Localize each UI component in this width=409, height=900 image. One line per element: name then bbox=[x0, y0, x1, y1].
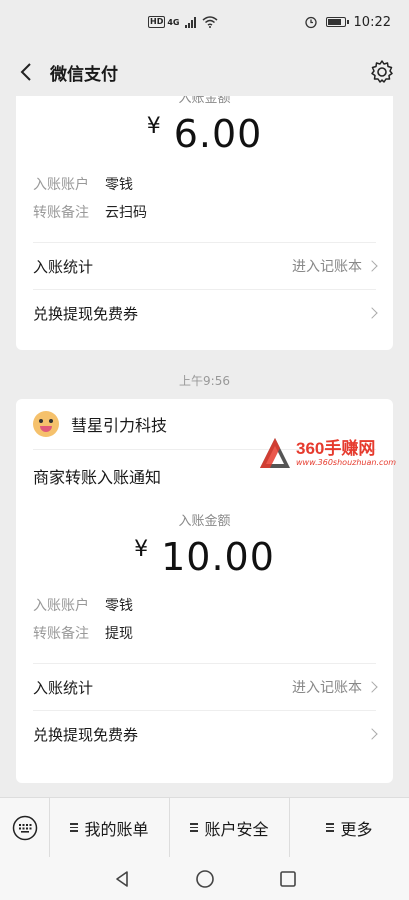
ledger-link-text: 进入记账本 bbox=[292, 680, 362, 696]
amount-label: 入账金额 bbox=[178, 96, 231, 106]
ledger-link[interactable]: 进入记账本 bbox=[292, 256, 378, 276]
transfer-card-1[interactable]: 入账金额 ¥6.00 入账账户 零钱 转账备注 云扫码 入账统计 进入记账本 兑… bbox=[16, 96, 393, 350]
note-key: 转账备注 bbox=[33, 626, 89, 642]
nav-bar: 微信支付 bbox=[0, 44, 409, 100]
ledger-link[interactable]: 进入记账本 bbox=[292, 677, 378, 697]
stats-label: 入账统计 bbox=[33, 257, 94, 276]
watermark-logo-icon bbox=[260, 438, 290, 468]
account-value: 零钱 bbox=[105, 177, 133, 193]
merchant-name: 彗星引力科技 bbox=[71, 416, 168, 435]
menu-my-bills[interactable]: 我的账单 bbox=[50, 797, 170, 858]
circle-home-icon bbox=[195, 869, 214, 888]
battery-level bbox=[327, 19, 342, 25]
chevron-left-icon bbox=[20, 63, 31, 81]
note-value: 云扫码 bbox=[105, 205, 147, 221]
page-title: 微信支付 bbox=[50, 64, 118, 85]
stats-row[interactable]: 入账统计 进入记账本 bbox=[16, 664, 393, 710]
menu-list-icon bbox=[190, 823, 199, 832]
note-row: 转账备注 云扫码 bbox=[16, 198, 393, 226]
account-key: 入账账户 bbox=[33, 177, 89, 193]
alarm-icon bbox=[304, 16, 317, 29]
watermark-sub: www.360shouzhuan.com bbox=[296, 457, 397, 467]
account-row: 入账账户 零钱 bbox=[16, 170, 393, 198]
ledger-link-text: 进入记账本 bbox=[292, 259, 362, 275]
watermark-main: 360手赚网 bbox=[296, 438, 376, 458]
wifi-icon bbox=[202, 16, 218, 28]
back-button[interactable] bbox=[14, 60, 38, 84]
triangle-back-icon bbox=[115, 870, 128, 887]
menu-label: 账户安全 bbox=[204, 819, 269, 839]
coupon-row[interactable]: 兑换提现免费券 bbox=[16, 711, 393, 757]
status-right: 10:22 bbox=[304, 15, 391, 30]
chevron-right-icon bbox=[366, 728, 378, 740]
stats-row[interactable]: 入账统计 进入记账本 bbox=[16, 243, 393, 289]
system-navigation-bar bbox=[0, 857, 409, 900]
currency-symbol: ¥ bbox=[146, 114, 162, 139]
note-value: 提现 bbox=[105, 626, 133, 642]
keyboard-toggle-button[interactable] bbox=[0, 797, 50, 858]
coupon-row[interactable]: 兑换提现免费券 bbox=[16, 290, 393, 336]
amount-value: ¥10.00 bbox=[16, 535, 393, 579]
amount-value: ¥6.00 bbox=[16, 112, 393, 156]
status-bar: HD 4G 10:22 bbox=[0, 0, 409, 44]
signal-icon bbox=[185, 16, 197, 28]
menu-list-icon bbox=[70, 823, 79, 832]
chevron-right-icon bbox=[366, 307, 378, 319]
amount-number: 6.00 bbox=[173, 112, 263, 156]
chevron-right-icon bbox=[366, 260, 378, 272]
coupon-label: 兑换提现免费券 bbox=[33, 725, 139, 744]
clock: 10:22 bbox=[353, 14, 391, 30]
amount-label: 入账金额 bbox=[178, 514, 231, 529]
settings-gear-icon[interactable] bbox=[369, 59, 395, 85]
watermark-text: 360手赚网 www.360shouzhuan.com bbox=[296, 438, 397, 467]
coupon-label: 兑换提现免费券 bbox=[33, 304, 139, 323]
menu-account-security[interactable]: 账户安全 bbox=[170, 797, 290, 858]
merchant-avatar bbox=[33, 411, 59, 437]
system-home-button[interactable] bbox=[190, 864, 220, 894]
battery-icon bbox=[325, 17, 349, 27]
note-row: 转账备注 提现 bbox=[16, 619, 393, 647]
chevron-right-icon bbox=[366, 681, 378, 693]
note-key: 转账备注 bbox=[33, 205, 89, 221]
bottom-menu: 我的账单 账户安全 更多 bbox=[0, 797, 409, 858]
system-back-button[interactable] bbox=[107, 864, 137, 894]
currency-symbol: ¥ bbox=[134, 537, 150, 562]
hd-badge: HD bbox=[148, 16, 166, 28]
account-key: 入账账户 bbox=[33, 598, 89, 614]
keyboard-icon bbox=[12, 815, 37, 840]
network-type: 4G bbox=[167, 17, 180, 27]
watermark: 360手赚网 www.360shouzhuan.com bbox=[258, 428, 408, 478]
menu-list-icon bbox=[326, 823, 335, 832]
status-indicators: HD 4G bbox=[148, 16, 218, 28]
system-recents-button[interactable] bbox=[273, 864, 303, 894]
menu-label: 我的账单 bbox=[84, 819, 149, 839]
account-row: 入账账户 零钱 bbox=[16, 591, 393, 619]
amount-number: 10.00 bbox=[161, 535, 275, 579]
stats-label: 入账统计 bbox=[33, 678, 94, 697]
menu-label: 更多 bbox=[340, 819, 373, 839]
account-value: 零钱 bbox=[105, 598, 133, 614]
message-timestamp: 上午9:56 bbox=[179, 374, 230, 388]
menu-more[interactable]: 更多 bbox=[290, 798, 409, 858]
square-recents-icon bbox=[279, 870, 296, 887]
